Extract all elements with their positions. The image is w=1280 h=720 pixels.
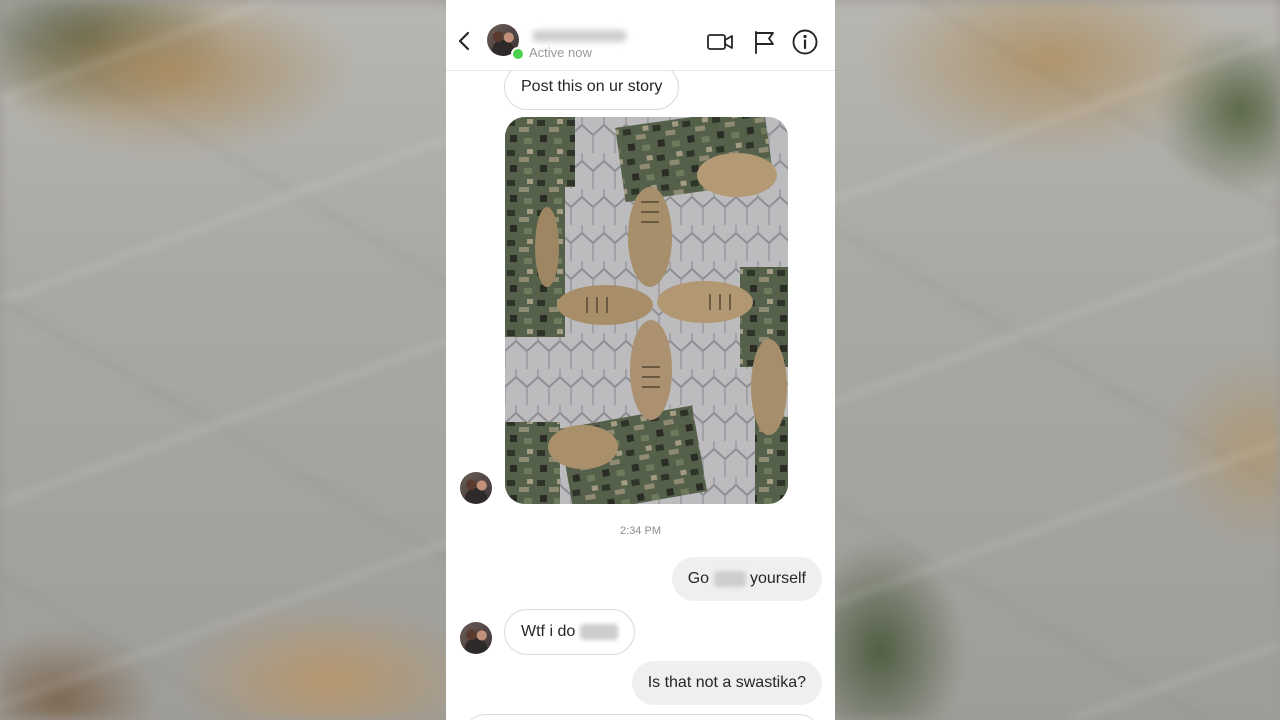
contact-name-redacted[interactable]	[532, 30, 627, 42]
redacted-word	[579, 623, 618, 640]
message-composer[interactable]	[464, 714, 820, 720]
online-indicator	[511, 47, 525, 61]
message-outgoing[interactable]: Is that not a swastika?	[631, 661, 822, 705]
back-chevron-icon[interactable]	[456, 27, 472, 55]
shared-photo[interactable]	[505, 117, 788, 504]
message-text: Is that not a swastika?	[647, 674, 806, 691]
message-text-end: yourself	[749, 570, 806, 587]
chat-header: Active now	[446, 0, 835, 71]
message-timestamp: 2:34 PM	[620, 525, 661, 537]
chat-screen: Active now Post this on ur story 2:34 PM…	[446, 0, 835, 720]
message-text: Wtf i do	[521, 623, 576, 640]
info-icon[interactable]	[791, 28, 819, 56]
redacted-word	[713, 570, 746, 587]
message-text-start: Go	[687, 570, 710, 587]
message-incoming[interactable]: Wtf i do	[504, 609, 635, 655]
sender-avatar[interactable]	[460, 472, 492, 504]
message-text: Post this on ur story	[521, 78, 663, 95]
sender-avatar[interactable]	[460, 622, 492, 654]
message-outgoing[interactable]: Go yourself	[671, 557, 822, 601]
active-status: Active now	[529, 45, 592, 60]
video-call-icon[interactable]	[706, 28, 734, 56]
photo-content	[505, 117, 788, 504]
flag-icon[interactable]	[750, 28, 778, 56]
